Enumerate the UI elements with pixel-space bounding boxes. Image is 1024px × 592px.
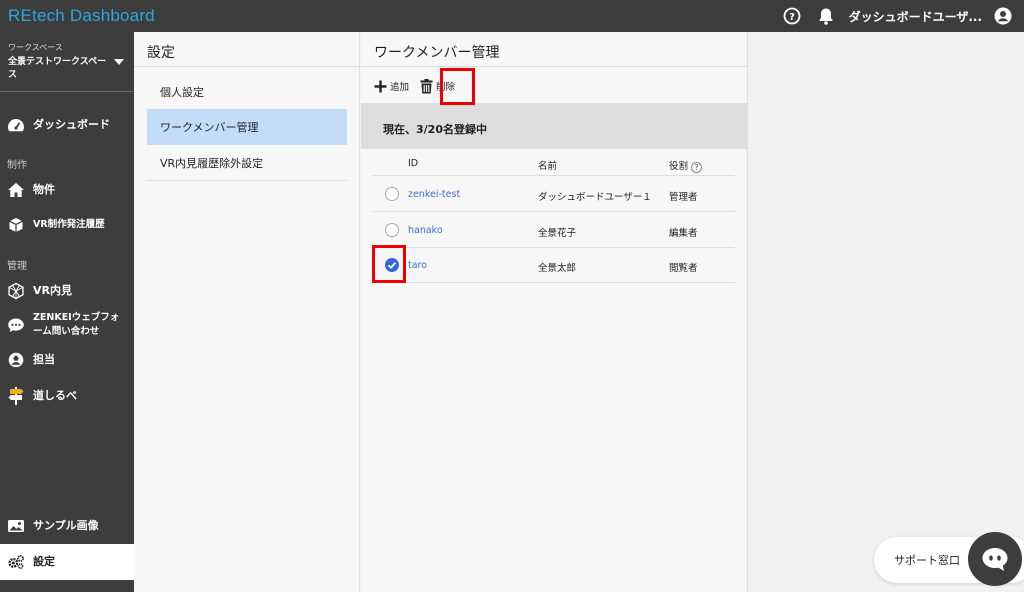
top-bar: REtech Dashboard ? ダッシュボードユーザ... xyxy=(0,0,1024,32)
account-avatar-icon[interactable] xyxy=(994,7,1012,25)
add-member-button[interactable]: 追加 xyxy=(373,79,409,93)
bell-icon[interactable] xyxy=(817,7,835,25)
support-label: サポート窓口 xyxy=(894,554,960,567)
delete-highlight-box xyxy=(440,68,475,105)
sidebar-item-label: ZENKEIウェブフォーム問い合わせ xyxy=(33,312,120,337)
help-icon[interactable]: ? xyxy=(783,7,801,25)
settings-item-work-members[interactable]: ワークメンバー管理 xyxy=(147,109,347,145)
content-empty-area xyxy=(749,32,1024,592)
member-table-header: ID 名前 役割? xyxy=(373,150,735,176)
app-title[interactable]: REtech Dashboard xyxy=(8,6,155,26)
image-icon xyxy=(7,517,25,535)
sidebar-item-label: VR制作発注履歴 xyxy=(33,219,105,230)
table-row[interactable]: zenkei-test ダッシュボードユーザー１ 管理者 xyxy=(373,176,735,212)
sidebar-item-label: 設定 xyxy=(33,555,55,568)
member-id-link[interactable]: hanako xyxy=(408,225,443,236)
column-header-role: 役割? xyxy=(669,158,703,173)
sidebar-section-management: 管理 xyxy=(7,261,27,272)
add-button-label: 追加 xyxy=(390,82,410,93)
member-name: ダッシュボードユーザー１ xyxy=(538,192,652,203)
person-icon xyxy=(7,351,25,369)
settings-item-personal[interactable]: 個人設定 xyxy=(147,74,347,110)
workspace-selector[interactable]: ワークスペース 全景テストワークスペース xyxy=(0,32,134,92)
sidebar-item-properties[interactable]: 物件 xyxy=(0,180,134,200)
settings-title: 設定 xyxy=(134,32,359,67)
plus-icon xyxy=(373,79,387,93)
chat-icon xyxy=(7,316,25,334)
checkbox-highlight-box xyxy=(372,245,406,283)
svg-text:?: ? xyxy=(789,12,795,23)
header-actions: ? ダッシュボードユーザ... xyxy=(783,0,1012,32)
member-id-link[interactable]: zenkei-test xyxy=(408,189,460,200)
header-user-name[interactable]: ダッシュボードユーザ... xyxy=(849,8,982,25)
column-header-role-label: 役割 xyxy=(669,161,689,172)
row-select-radio[interactable] xyxy=(385,223,399,237)
signpost-icon xyxy=(7,387,25,405)
sidebar-item-label: VR内見 xyxy=(33,284,72,297)
sidebar-section-production: 制作 xyxy=(7,160,27,171)
settings-panel: 設定 個人設定 ワークメンバー管理 VR内見履歴除外設定 xyxy=(134,32,360,592)
caret-down-icon xyxy=(114,59,124,65)
registration-count-banner: 現在、3/20名登録中 xyxy=(361,103,748,149)
sidebar-item-webform-inquiry[interactable]: ZENKEIウェブフォーム問い合わせ xyxy=(0,310,134,340)
table-row[interactable]: hanako 全景花子 編集者 xyxy=(373,212,735,248)
sidebar: ワークスペース 全景テストワークスペース ダッシュボード 制作 物件 VR制作発… xyxy=(0,32,134,592)
trash-icon xyxy=(419,78,433,93)
sidebar-item-vr-viewing[interactable]: VR内見 xyxy=(0,281,134,301)
vr-icon xyxy=(7,282,25,300)
sidebar-item-sample-images[interactable]: サンプル画像 xyxy=(0,516,134,536)
sidebar-item-label: 道しるべ xyxy=(33,389,77,402)
column-header-name: 名前 xyxy=(538,161,558,172)
member-name: 全景花子 xyxy=(538,228,577,239)
row-select-radio[interactable] xyxy=(385,187,399,201)
member-id-link[interactable]: taro xyxy=(408,260,427,271)
sidebar-item-label: 物件 xyxy=(33,183,55,196)
chat-bubble-icon xyxy=(982,548,1008,571)
support-chat-button[interactable] xyxy=(968,532,1022,586)
settings-item-vr-history-exclusion[interactable]: VR内見履歴除外設定 xyxy=(147,145,347,181)
page-title: ワークメンバー管理 xyxy=(361,32,747,67)
box-icon xyxy=(7,216,25,234)
workspace-label: ワークスペース xyxy=(8,43,63,52)
work-member-panel: ワークメンバー管理 追加 削除 現在、3/20名登録中 ID 名前 役割? ze… xyxy=(361,32,748,592)
member-role: 編集者 xyxy=(669,228,698,239)
sidebar-item-vr-order-history[interactable]: VR制作発注履歴 xyxy=(0,215,134,235)
sidebar-item-label: ダッシュボード xyxy=(33,118,110,131)
dashboard-gauge-icon xyxy=(7,116,25,134)
member-role: 閲覧者 xyxy=(669,263,698,274)
sidebar-item-staff[interactable]: 担当 xyxy=(0,350,134,370)
sidebar-item-signpost[interactable]: 道しるべ xyxy=(0,385,134,407)
member-role: 管理者 xyxy=(669,192,698,203)
gears-icon xyxy=(7,553,25,571)
member-name: 全景太郎 xyxy=(538,263,577,274)
home-icon xyxy=(7,181,25,199)
sidebar-item-settings[interactable]: 設定 xyxy=(0,544,134,580)
column-header-id: ID xyxy=(408,158,419,169)
role-help-icon[interactable]: ? xyxy=(691,162,703,173)
sidebar-item-label: 担当 xyxy=(33,353,55,366)
workspace-name: 全景テストワークスペース xyxy=(8,57,107,80)
sidebar-item-dashboard[interactable]: ダッシュボード xyxy=(0,115,134,135)
table-row[interactable]: taro 全景太郎 閲覧者 xyxy=(373,247,735,283)
sidebar-item-label: サンプル画像 xyxy=(33,519,99,532)
